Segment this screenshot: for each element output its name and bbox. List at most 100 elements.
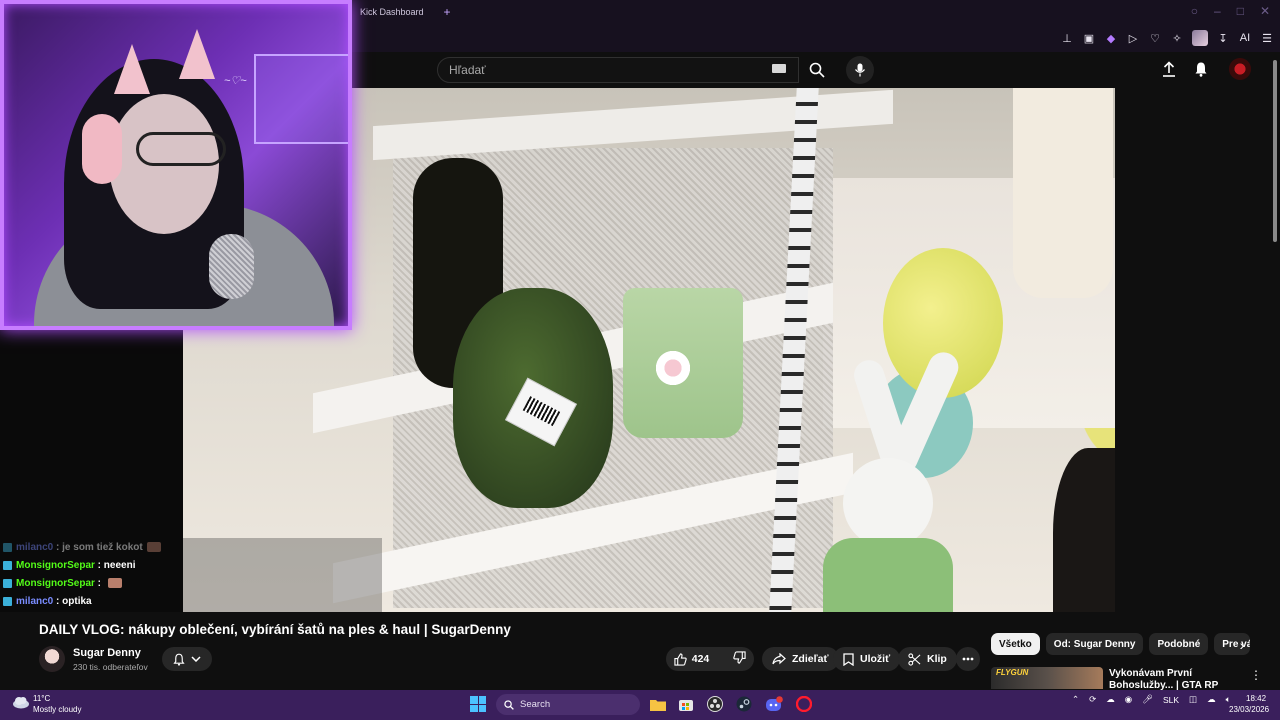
video-title: DAILY VLOG: nákupy oblečení, vybírání ša… (39, 622, 511, 637)
keyboard-icon[interactable] (772, 64, 786, 73)
weather-description: Mostly cloudy (33, 705, 82, 714)
chat-text: neeeni (103, 559, 136, 571)
volume-icon[interactable]: 🔈︎ (1226, 694, 1231, 705)
chat-username: milanc0 (16, 541, 54, 553)
download-icon[interactable]: ↧ (1216, 31, 1230, 45)
chevron-down-icon (191, 656, 201, 662)
webcam-glasses (136, 132, 226, 166)
cloud-icon[interactable] (12, 695, 30, 709)
steam-icon[interactable] (734, 694, 754, 714)
upload-button[interactable] (1158, 58, 1180, 80)
share-button[interactable]: Zdieľať (762, 647, 839, 671)
search-tabs-icon[interactable]: ○ (1191, 4, 1198, 18)
subscriber-badge-icon (3, 578, 12, 588)
save-label: Uložiť (860, 653, 891, 665)
file-explorer-icon[interactable] (648, 694, 668, 714)
tray-location-icon[interactable]: ◉ (1125, 694, 1132, 705)
windows-start-button[interactable] (470, 696, 486, 712)
webcam-overlay: ~♡~ (0, 0, 352, 330)
shield-icon[interactable]: ◆ (1104, 31, 1118, 45)
search-input[interactable]: Hľadať (437, 57, 799, 83)
chip-similar[interactable]: Podobné (1149, 633, 1209, 655)
webcam-headphones (82, 114, 122, 184)
search-icon (809, 62, 825, 78)
like-button[interactable]: 424 (674, 652, 709, 666)
chat-username: milanc0 (16, 595, 54, 607)
scissors-icon (908, 652, 921, 666)
display-icon[interactable]: ◫ (1189, 694, 1197, 705)
share-icon (772, 653, 786, 665)
scrollbar-thumb[interactable] (1273, 60, 1277, 242)
store-icon[interactable] (676, 694, 696, 714)
search-button[interactable] (799, 57, 835, 83)
related-video-title[interactable]: Vykonávam První Bohoslužby... | GTA RP (1109, 668, 1244, 690)
menu-icon[interactable]: ☰ (1260, 31, 1274, 45)
tray-chevron-icon[interactable]: ⌃ (1072, 694, 1079, 705)
subscriber-badge-icon (3, 542, 12, 552)
chevron-right-icon[interactable]: › (1232, 635, 1252, 655)
screenshot-icon[interactable]: ▣ (1082, 31, 1096, 45)
maximize-button[interactable]: □ (1237, 4, 1244, 18)
tab-kick-dashboard[interactable]: Kick Dashboard (350, 7, 434, 17)
chip-all[interactable]: Všetko (991, 633, 1040, 655)
chat-text: je som tiež kokot (62, 541, 143, 553)
tray-mic-icon[interactable]: 🎤︎ (1142, 694, 1153, 705)
profile-icon[interactable] (1192, 30, 1208, 46)
subscriber-badge-icon (3, 560, 12, 570)
video-frame-bunny (813, 338, 964, 612)
bell-icon (1195, 62, 1207, 77)
dislike-button[interactable] (733, 651, 746, 667)
chat-message: MonsignorSepar : neeeni (0, 556, 183, 574)
webcam-neon-sign: ~♡~ (224, 75, 247, 87)
search-placeholder: Hľadať (449, 63, 486, 77)
subscriber-count: 230 tis. odberateľov (73, 662, 148, 672)
tray-sync-icon[interactable]: ⟳ (1089, 694, 1096, 705)
like-dislike-group: 424 (666, 647, 754, 671)
taskbar-search-label: Search (520, 699, 551, 710)
thumbs-up-icon (674, 652, 687, 666)
play-icon[interactable]: ▷ (1126, 31, 1140, 45)
language-indicator[interactable]: SLK (1163, 695, 1179, 705)
bookmark-icon (843, 652, 854, 666)
more-dots-icon (962, 657, 974, 661)
heart-icon[interactable]: ♡ (1148, 31, 1162, 45)
clock-date[interactable]: 23/03/2026 (1229, 705, 1269, 714)
channel-avatar[interactable] (39, 646, 65, 672)
more-actions-button[interactable] (956, 647, 980, 671)
ai-button[interactable]: AI (1238, 31, 1252, 45)
chat-background-overlay (183, 538, 382, 612)
network-icon[interactable]: ☁ (1207, 694, 1216, 705)
chat-text: optika (62, 595, 92, 607)
taskbar-search[interactable]: Search (496, 694, 640, 715)
chat-message: milanc0 : optika (0, 592, 183, 610)
tray-cloud-icon[interactable]: ☁ (1106, 694, 1115, 705)
subscription-notifications-button[interactable] (162, 647, 212, 671)
video-frame-bunny-head (843, 458, 933, 548)
clock-time[interactable]: 18:42 (1246, 694, 1266, 703)
notifications-button[interactable] (1190, 58, 1212, 80)
close-button[interactable]: ✕ (1260, 4, 1270, 18)
pin-icon[interactable]: ⊥ (1060, 31, 1074, 45)
weather-temperature: 11°C (33, 694, 51, 703)
voice-search-button[interactable] (846, 56, 874, 84)
related-thumbnail-text: FLYGUN (996, 668, 1029, 677)
channel-name[interactable]: Sugar Denny (73, 647, 141, 659)
related-more-icon[interactable]: ⋮ (1250, 668, 1262, 682)
stream-chat-overlay: milanc0 : je som tiež kokot MonsignorSep… (0, 538, 183, 610)
chip-from-channel[interactable]: Od: Sugar Denny (1045, 633, 1144, 655)
extensions-icon[interactable]: ✧ (1170, 31, 1184, 45)
emote-icon (146, 542, 161, 552)
webcam-shelf (254, 54, 348, 144)
clip-button[interactable]: Klip (898, 647, 957, 671)
thumbs-down-icon (733, 651, 746, 664)
new-tab-button[interactable]: + (444, 5, 451, 19)
subscriber-badge-icon (3, 596, 12, 606)
opera-icon[interactable] (794, 694, 814, 714)
obs-icon[interactable] (705, 694, 725, 714)
browser-extensions-toolbar: ⊥ ▣ ◆ ▷ ♡ ✧ ↧ AI ☰ (1060, 30, 1274, 46)
discord-icon[interactable] (764, 694, 784, 714)
search-icon (504, 699, 514, 710)
account-avatar[interactable] (1229, 58, 1251, 80)
minimize-button[interactable]: – (1214, 4, 1221, 18)
save-button[interactable]: Uložiť (833, 647, 901, 671)
